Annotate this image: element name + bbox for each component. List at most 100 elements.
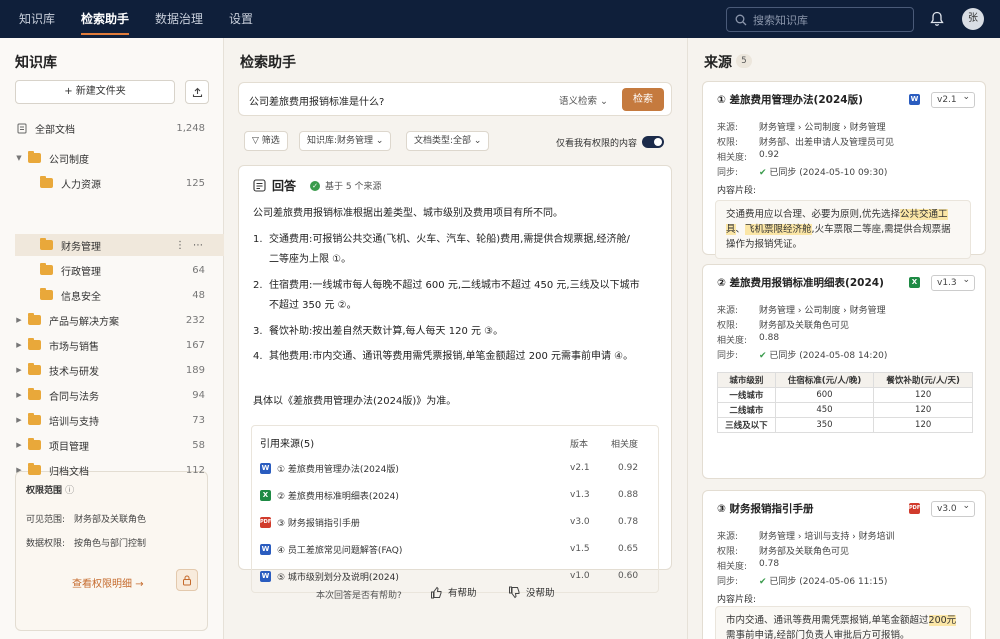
excel-file-icon: X — [260, 489, 271, 501]
global-search-input[interactable]: 搜索知识库 — [726, 7, 914, 32]
sidebar-item-admin[interactable]: 行政管理 64 — [0, 259, 224, 281]
citation-relevance: 0.65 — [618, 544, 639, 554]
search-placeholder: 搜索知识库 — [753, 13, 808, 27]
not-helpful-button[interactable]: 没帮助 — [508, 585, 555, 599]
source-card-title: ① 差旅费用管理办法(2024版) — [717, 94, 863, 106]
permission-scope-panel: 权限范围 ⓘ 可见范围: 财务部及关联角色 数据权限: 按角色与部门控制 查看权限明… — [15, 471, 208, 631]
source-card-title: ③ 财务报销指引手册 — [717, 503, 814, 515]
citation-row[interactable]: PDF ③ 财务报销指引手册 v3.0 0.78 — [260, 511, 652, 533]
folder-icon — [40, 176, 53, 188]
sidebar-item-label: 技术与研发 — [49, 366, 99, 378]
snippet-label: 内容片段: — [717, 186, 757, 196]
chevron-down-icon[interactable]: ▼ — [13, 154, 25, 162]
tab-settings[interactable]: 设置 — [216, 0, 266, 38]
bell-icon[interactable] — [930, 11, 944, 27]
check-circle-icon: ✔ — [759, 168, 767, 178]
helpful-button[interactable]: 有帮助 — [430, 585, 477, 599]
chevron-right-icon[interactable]: ▶ — [13, 391, 25, 399]
version-select[interactable]: v1.3 — [931, 273, 975, 291]
source-card[interactable]: ① 差旅费用管理办法(2024版) W v2.1 来源:财务管理 › 公司制度 … — [702, 81, 986, 259]
new-folder-button[interactable]: + 新建文件夹 — [15, 80, 175, 104]
sidebar-item-products[interactable]: ▶ 产品与解决方案 232 — [0, 309, 224, 331]
excel-file-icon: X — [909, 277, 920, 288]
source-card[interactable]: ③ 财务报销指引手册 PDF v3.0 来源:财务管理 › 培训与支持 › 财务… — [702, 490, 986, 639]
citation-version: v1.3 — [570, 490, 590, 500]
all-documents-item[interactable]: 全部文档 1,248 — [0, 117, 224, 139]
citation-row[interactable]: W ⑤ 城市级别划分及说明(2024) v1.0 0.60 — [260, 565, 652, 587]
sidebar-item-legal[interactable]: ▶ 合同与法务 94 — [0, 384, 224, 406]
answer-point-2: 2. — [253, 280, 263, 291]
sidebar-item-infosec[interactable]: 信息安全 48 — [0, 284, 224, 306]
source-meta-sync: 同步: ✔ 已同步 (2024-05-08 14:20) — [717, 351, 888, 361]
sidebar-item-projects[interactable]: ▶ 项目管理 58 — [0, 434, 224, 456]
check-circle-icon: ✓ — [310, 180, 321, 191]
plus-icon: + — [64, 86, 76, 97]
sidebar-item-label: 培训与支持 — [49, 416, 99, 428]
snippet-label: 内容片段: — [717, 595, 757, 605]
filter-icon: ▽ — [252, 136, 259, 146]
table-row: 一线城市 600 120 — [717, 387, 973, 403]
view-permission-details-link[interactable]: 查看权限明细 → — [72, 575, 144, 590]
chevron-right-icon[interactable]: ▶ — [13, 441, 25, 449]
sidebar-item-marketing[interactable]: ▶ 市场与销售 167 — [0, 334, 224, 356]
more-vertical-icon[interactable]: ⋮ — [175, 240, 185, 251]
answer-title: 回答 — [272, 179, 297, 193]
data-permission-value: 按角色与部门控制 — [74, 539, 147, 549]
query-input[interactable]: 公司差旅费用报销标准是什么? — [249, 93, 384, 108]
document-icon — [17, 123, 27, 133]
chevron-down-icon: ⌄ — [473, 136, 482, 146]
answer-point-4: 4. — [253, 351, 263, 362]
chevron-right-icon[interactable]: ▶ — [13, 341, 25, 349]
citation-name: ③ 财务报销指引手册 — [277, 518, 360, 529]
source-meta-sync: 同步: ✔ 已同步 (2024-05-10 09:30) — [717, 168, 888, 178]
check-circle-icon: ✔ — [759, 351, 767, 361]
citation-version: v3.0 — [570, 517, 590, 527]
sidebar-item-archive[interactable]: ▶ 归档文档 112 — [0, 459, 224, 481]
citation-row[interactable]: W ① 差旅费用管理办法(2024版) v2.1 0.92 — [260, 457, 652, 479]
source-card[interactable]: ② 差旅费用报销标准明细表(2024) X v1.3 来源:财务管理 › 公司制… — [702, 264, 986, 479]
sidebar-title: 知识库 — [15, 55, 57, 71]
citation-relevance: 0.78 — [618, 517, 639, 527]
chevron-right-icon[interactable]: ▶ — [13, 466, 25, 474]
chevron-right-icon[interactable]: ▶ — [13, 316, 25, 324]
sidebar-item-count: 73 — [192, 414, 205, 426]
lock-button[interactable] — [176, 569, 198, 591]
sidebar-item-label: 财务管理 — [61, 241, 101, 253]
word-file-icon: W — [260, 543, 271, 555]
version-select[interactable]: v3.0 — [931, 499, 975, 517]
chevron-right-icon[interactable]: ▶ — [13, 416, 25, 424]
more-horizontal-icon[interactable]: ⋯ — [193, 240, 203, 251]
answer-point-1-line-1: 交通费用:可报销公共交通(飞机、火车、汽车、轮船)费用,需提供合规票据,经济舱/ — [269, 234, 630, 245]
only-authorized-label: 仅看我有权限的内容 — [556, 139, 638, 149]
sidebar-item-company-policy[interactable]: ▼ 公司制度 — [0, 147, 224, 169]
tab-knowledge-base[interactable]: 知识库 — [6, 0, 68, 38]
citation-col-relevance: 相关度 — [611, 440, 639, 450]
version-select[interactable]: v2.1 — [931, 90, 975, 108]
citation-row[interactable]: W ④ 员工差旅常见问题解答(FAQ) v1.5 0.65 — [260, 538, 652, 560]
kb-filter-select[interactable]: 知识库:财务管理 ⌄ — [299, 131, 392, 151]
chevron-down-icon: ⌄ — [600, 96, 609, 107]
search-mode-select[interactable]: 语义检索 ⌄ — [559, 93, 608, 107]
content-snippet: 交通费用应以合理、必要为原则,优先选择公共交通工具、飞机票限经济舱,火车票限二等… — [715, 200, 971, 259]
search-button[interactable]: 检索 — [622, 88, 664, 111]
permission-title: 权限范围 ⓘ — [26, 486, 75, 496]
filter-button[interactable]: ▽ 筛选 — [244, 131, 288, 151]
folder-icon — [40, 288, 53, 300]
only-authorized-toggle[interactable] — [642, 136, 664, 148]
sidebar-item-tech[interactable]: ▶ 技术与研发 189 — [0, 359, 224, 381]
user-avatar[interactable]: 张 — [962, 8, 984, 30]
chevron-right-icon[interactable]: ▶ — [13, 366, 25, 374]
answer-point-2-line-2: 不超过 350 元 ②。 — [269, 300, 357, 311]
thumbs-down-icon — [509, 586, 520, 598]
citation-row[interactable]: X ② 差旅费用标准明细表(2024) v1.3 0.88 — [260, 484, 652, 506]
doctype-filter-select[interactable]: 文档类型:全部 ⌄ — [406, 131, 490, 151]
sidebar-item-training[interactable]: ▶ 培训与支持 73 — [0, 409, 224, 431]
sidebar-item-finance[interactable]: 财务管理 ⋮ ⋯ — [15, 234, 224, 256]
tab-search-assistant[interactable]: 检索助手 — [68, 0, 142, 38]
tab-data-governance[interactable]: 数据治理 — [142, 0, 216, 38]
sources-panel: 来源 5 ① 差旅费用管理办法(2024版) W v2.1 来源:财务管理 › … — [688, 38, 1000, 639]
upload-button[interactable] — [185, 80, 209, 104]
sidebar-item-hr[interactable]: 人力资源 125 — [0, 172, 224, 194]
sidebar-item-label: 行政管理 — [61, 266, 101, 278]
source-meta-source: 来源: 财务管理 › 培训与支持 › 财务培训 — [717, 532, 895, 542]
